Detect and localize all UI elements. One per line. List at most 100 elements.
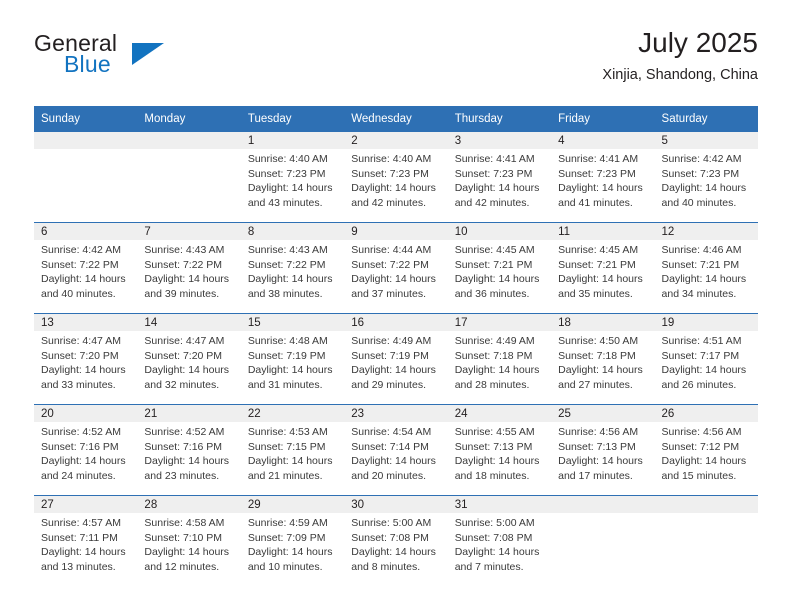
calendar-day-cell[interactable]: 31 Sunrise: 5:00 AM Sunset: 7:08 PM Dayligh… <box>447 495 552 586</box>
daylight-duration-line2: and 39 minutes. <box>144 287 220 300</box>
sunrise-time: Sunrise: 4:50 AM <box>558 335 639 347</box>
daylight-duration-line2: and 17 minutes. <box>558 469 633 482</box>
day-cell-details: Sunrise: 4:51 AM Sunset: 7:17 PM Daylight:… <box>655 331 758 392</box>
daylight-duration-line2: and 21 minutes. <box>247 469 323 482</box>
calendar-day-cell[interactable]: 12 Sunrise: 4:46 AM Sunset: 7:21 PM Dayligh… <box>654 222 758 314</box>
daylight-duration-line1: Daylight: 14 hours <box>558 364 643 377</box>
daylight-duration-line2: and 29 minutes. <box>351 378 426 391</box>
daylight-duration-line2: and 40 minutes. <box>661 196 737 209</box>
day-cell-details: Sunrise: 4:58 AM Sunset: 7:10 PM Daylight:… <box>137 513 240 574</box>
day-number: 17 <box>447 314 552 331</box>
sunrise-time: Sunrise: 4:42 AM <box>661 153 742 165</box>
day-number: 27 <box>34 496 138 513</box>
day-cell-inner: 24 Sunrise: 4:55 AM Sunset: 7:13 PM Dayligh… <box>447 405 552 495</box>
calendar-day-cell[interactable]: 19 Sunrise: 4:51 AM Sunset: 7:17 PM Dayligh… <box>654 313 758 405</box>
sunset-time: Sunset: 7:23 PM <box>661 167 740 180</box>
day-cell-inner: 6 Sunrise: 4:42 AM Sunset: 7:22 PM Daylight… <box>34 223 138 313</box>
day-number: 25 <box>551 405 655 422</box>
daylight-duration-line1: Daylight: 14 hours <box>454 182 540 195</box>
calendar-day-cell[interactable]: 3 Sunrise: 4:41 AM Sunset: 7:23 PM Daylight… <box>447 132 552 223</box>
day-cell-inner: 10 Sunrise: 4:45 AM Sunset: 7:21 PM Dayligh… <box>447 223 552 313</box>
daylight-duration-line2: and 26 minutes. <box>661 378 737 391</box>
daylight-duration-line1: Daylight: 14 hours <box>41 273 126 286</box>
day-number: 26 <box>654 405 758 422</box>
calendar-day-cell[interactable]: 9 Sunrise: 4:44 AM Sunset: 7:22 PM Daylight… <box>344 222 448 314</box>
weekday-header-friday: Friday <box>551 106 655 132</box>
calendar-day-cell[interactable]: 11 Sunrise: 4:45 AM Sunset: 7:21 PM Dayligh… <box>551 222 655 314</box>
day-cell-inner <box>137 132 241 222</box>
day-number: 13 <box>34 314 138 331</box>
day-cell-details: Sunrise: 4:45 AM Sunset: 7:21 PM Daylight:… <box>448 240 551 301</box>
calendar-day-cell[interactable]: 7 Sunrise: 4:43 AM Sunset: 7:22 PM Daylight… <box>137 222 241 314</box>
daylight-duration-line2: and 18 minutes. <box>454 469 530 482</box>
calendar-day-cell[interactable]: 15 Sunrise: 4:48 AM Sunset: 7:19 PM Dayligh… <box>240 313 345 405</box>
calendar-day-cell[interactable]: 5 Sunrise: 4:42 AM Sunset: 7:23 PM Daylight… <box>654 132 758 223</box>
day-cell-details: Sunrise: 4:40 AM Sunset: 7:23 PM Daylight:… <box>241 149 344 210</box>
daylight-duration-line2: and 13 minutes. <box>41 560 116 573</box>
brand-logo[interactable]: General Blue <box>34 30 254 90</box>
calendar-day-cell[interactable]: 21 Sunrise: 4:52 AM Sunset: 7:16 PM Dayligh… <box>137 404 241 496</box>
day-cell-details: Sunrise: 4:44 AM Sunset: 7:22 PM Daylight:… <box>344 240 447 301</box>
calendar-day-cell[interactable]: 13 Sunrise: 4:47 AM Sunset: 7:20 PM Dayligh… <box>34 313 138 405</box>
day-number: 22 <box>240 405 345 422</box>
sunrise-time: Sunrise: 4:49 AM <box>454 335 535 347</box>
calendar-day-cell[interactable]: 14 Sunrise: 4:47 AM Sunset: 7:20 PM Dayligh… <box>137 313 241 405</box>
day-number: 11 <box>551 223 655 240</box>
calendar-day-cell[interactable]: 25 Sunrise: 4:56 AM Sunset: 7:13 PM Dayligh… <box>551 404 655 496</box>
daylight-duration-line1: Daylight: 14 hours <box>247 455 333 468</box>
calendar-day-cell[interactable]: 16 Sunrise: 4:49 AM Sunset: 7:19 PM Dayligh… <box>344 313 448 405</box>
calendar-day-cell[interactable]: 6 Sunrise: 4:42 AM Sunset: 7:22 PM Daylight… <box>34 222 138 314</box>
day-cell-inner: 15 Sunrise: 4:48 AM Sunset: 7:19 PM Dayligh… <box>240 314 345 404</box>
calendar-day-cell[interactable]: 1 Sunrise: 4:40 AM Sunset: 7:23 PM Daylight… <box>240 132 345 223</box>
sunrise-time: Sunrise: 4:54 AM <box>351 426 432 438</box>
day-cell-details: Sunrise: 4:43 AM Sunset: 7:22 PM Daylight:… <box>137 240 240 301</box>
daylight-duration-line1: Daylight: 14 hours <box>351 273 436 286</box>
calendar-day-cell[interactable]: 26 Sunrise: 4:56 AM Sunset: 7:12 PM Dayligh… <box>654 404 758 496</box>
sunrise-time: Sunrise: 4:41 AM <box>558 153 639 165</box>
daylight-duration-line1: Daylight: 14 hours <box>558 182 643 195</box>
day-cell-details: Sunrise: 5:00 AM Sunset: 7:08 PM Daylight:… <box>448 513 551 574</box>
calendar-day-cell[interactable]: 18 Sunrise: 4:50 AM Sunset: 7:18 PM Dayligh… <box>551 313 655 405</box>
day-cell-inner: 26 Sunrise: 4:56 AM Sunset: 7:12 PM Dayligh… <box>654 405 758 495</box>
daylight-duration-line2: and 38 minutes. <box>247 287 323 300</box>
calendar-day-cell[interactable]: 10 Sunrise: 4:45 AM Sunset: 7:21 PM Dayligh… <box>447 222 552 314</box>
day-number: 3 <box>447 132 552 149</box>
daylight-duration-line2: and 33 minutes. <box>41 378 116 391</box>
day-number <box>551 496 655 513</box>
daylight-duration-line1: Daylight: 14 hours <box>41 546 126 559</box>
calendar-day-cell[interactable]: 4 Sunrise: 4:41 AM Sunset: 7:23 PM Daylight… <box>551 132 655 223</box>
calendar-day-cell[interactable]: 22 Sunrise: 4:53 AM Sunset: 7:15 PM Dayligh… <box>240 404 345 496</box>
calendar-day-cell[interactable]: 23 Sunrise: 4:54 AM Sunset: 7:14 PM Dayligh… <box>344 404 448 496</box>
day-number: 8 <box>240 223 345 240</box>
daylight-duration-line1: Daylight: 14 hours <box>41 455 126 468</box>
day-number: 12 <box>654 223 758 240</box>
weekday-header-wednesday: Wednesday <box>344 106 448 132</box>
weekday-header-monday: Monday <box>137 106 241 132</box>
daylight-duration-line2: and 36 minutes. <box>454 287 530 300</box>
sunset-time: Sunset: 7:18 PM <box>454 349 533 362</box>
day-number: 23 <box>344 405 448 422</box>
calendar-day-cell[interactable]: 30 Sunrise: 5:00 AM Sunset: 7:08 PM Dayligh… <box>344 495 448 586</box>
calendar-day-cell-empty <box>654 495 758 586</box>
sunset-time: Sunset: 7:23 PM <box>351 167 429 180</box>
daylight-duration-line2: and 27 minutes. <box>558 378 633 391</box>
calendar-day-cell[interactable]: 27 Sunrise: 4:57 AM Sunset: 7:11 PM Dayligh… <box>34 495 138 586</box>
day-number: 21 <box>137 405 241 422</box>
day-cell-details: Sunrise: 4:42 AM Sunset: 7:22 PM Daylight:… <box>34 240 137 301</box>
calendar-day-cell[interactable]: 2 Sunrise: 4:40 AM Sunset: 7:23 PM Daylight… <box>344 132 448 223</box>
day-number: 28 <box>137 496 241 513</box>
calendar-day-cell[interactable]: 17 Sunrise: 4:49 AM Sunset: 7:18 PM Dayligh… <box>447 313 552 405</box>
day-cell-inner: 19 Sunrise: 4:51 AM Sunset: 7:17 PM Dayligh… <box>654 314 758 404</box>
daylight-duration-line2: and 20 minutes. <box>351 469 426 482</box>
calendar-day-cell[interactable]: 8 Sunrise: 4:43 AM Sunset: 7:22 PM Daylight… <box>240 222 345 314</box>
daylight-duration-line2: and 31 minutes. <box>247 378 323 391</box>
sunset-time: Sunset: 7:19 PM <box>351 349 429 362</box>
day-cell-details: Sunrise: 4:55 AM Sunset: 7:13 PM Daylight:… <box>448 422 551 483</box>
calendar-day-cell[interactable]: 29 Sunrise: 4:59 AM Sunset: 7:09 PM Dayligh… <box>240 495 345 586</box>
day-cell-details: Sunrise: 4:56 AM Sunset: 7:13 PM Daylight:… <box>551 422 654 483</box>
calendar-day-cell[interactable]: 20 Sunrise: 4:52 AM Sunset: 7:16 PM Dayligh… <box>34 404 138 496</box>
calendar-day-cell[interactable]: 28 Sunrise: 4:58 AM Sunset: 7:10 PM Dayligh… <box>137 495 241 586</box>
calendar-day-cell[interactable]: 24 Sunrise: 4:55 AM Sunset: 7:13 PM Dayligh… <box>447 404 552 496</box>
day-number: 18 <box>551 314 655 331</box>
weekday-header-tuesday: Tuesday <box>240 106 345 132</box>
